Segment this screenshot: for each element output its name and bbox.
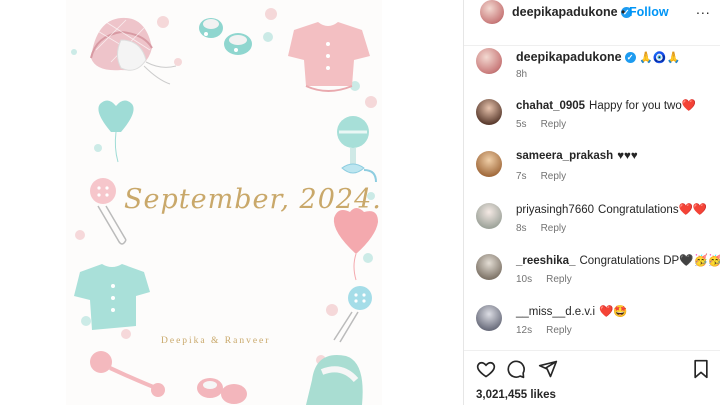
reply-button[interactable]: Reply: [546, 325, 572, 336]
more-options-icon[interactable]: ...: [696, 1, 711, 17]
baby-shoes-illustration: [199, 18, 252, 55]
caption-row: deepikapadukone ✓ 🙏🧿🙏 8h: [464, 46, 720, 86]
comment-meta: 8s Reply: [516, 223, 580, 234]
comment-item: priyasingh7660 Congratulations❤️❤️ 8s Repl…: [464, 202, 720, 248]
comment-timestamp: 5s: [516, 119, 527, 130]
commenter-avatar[interactable]: [476, 99, 502, 125]
header-username-text: deepikapadukone: [512, 5, 618, 19]
actions-divider: [464, 350, 720, 351]
comment-text: __miss__d.e.v.i ❤️🤩: [516, 304, 628, 318]
comment-username[interactable]: chahat_0905: [516, 100, 585, 112]
comment-item: sameera_prakash ♥♥♥ 7s Reply: [464, 150, 720, 196]
reply-button[interactable]: Reply: [541, 171, 567, 182]
instagram-post-view: September, 2024. Deepika & Ranveer deepi…: [0, 0, 720, 405]
caption-text: 🙏🧿🙏: [639, 52, 681, 64]
header-username[interactable]: deepikapadukone ✓: [512, 5, 632, 19]
comment-body: Congratulations❤️❤️: [598, 204, 708, 216]
post-image[interactable]: September, 2024. Deepika & Ranveer: [66, 0, 382, 405]
comment-timestamp: 7s: [516, 171, 527, 182]
commenter-avatar[interactable]: [476, 254, 502, 280]
comment-username[interactable]: priyasingh7660: [516, 204, 594, 216]
comment-body: ❤️🤩: [599, 306, 628, 318]
comment-username[interactable]: __miss__d.e.v.i: [516, 306, 595, 318]
comment-body: Congratulations DP🖤🥳🥳: [579, 255, 720, 267]
post-sidebar: deepikapadukone ✓ • Follow ... deepikapad…: [464, 0, 720, 405]
comment-username[interactable]: _reeshika_: [516, 255, 575, 267]
comment-bubble-icon[interactable]: [506, 359, 526, 384]
comment-timestamp: 12s: [516, 325, 533, 336]
comment-meta: 10s Reply: [516, 274, 586, 285]
bottom-shoes-illustration: [197, 378, 247, 404]
reply-button[interactable]: Reply: [541, 119, 567, 130]
comment-text: _reeshika_ Congratulations DP🖤🥳🥳: [516, 253, 720, 267]
commenter-avatar[interactable]: [476, 151, 502, 177]
action-bar: [464, 356, 720, 384]
likes-count[interactable]: 3,021,455 likes: [476, 389, 556, 401]
post-header: deepikapadukone ✓ • Follow ...: [464, 0, 720, 46]
post-media-area: September, 2024. Deepika & Ranveer: [0, 0, 463, 405]
button-pin-illustration: [333, 286, 372, 343]
comment-meta: 7s Reply: [516, 171, 580, 182]
pink-onesie-illustration: [288, 22, 370, 92]
bookmark-icon[interactable]: [692, 359, 710, 384]
bottom-bonnet-illustration: [306, 355, 363, 405]
follow-button[interactable]: Follow: [629, 5, 669, 19]
comment-item: __miss__d.e.v.i ❤️🤩 12s Reply: [464, 304, 720, 350]
caption-timestamp: 8h: [516, 69, 528, 80]
caption-avatar[interactable]: [476, 48, 502, 74]
separator-dot: •: [621, 5, 626, 19]
bottom-rattle-illustration: [90, 351, 165, 397]
safety-pin-illustration: [90, 178, 127, 245]
rattle-illustration: [337, 116, 377, 183]
comment-item: _reeshika_ Congratulations DP🖤🥳🥳 10s Reply: [464, 253, 720, 299]
comment-text: priyasingh7660 Congratulations❤️❤️: [516, 202, 707, 216]
comment-body: ♥♥♥: [617, 150, 638, 162]
comment-timestamp: 8s: [516, 223, 527, 234]
caption-username[interactable]: deepikapadukone ✓ 🙏🧿🙏: [516, 50, 680, 64]
comment-text: chahat_0905 Happy for you two❤️: [516, 98, 696, 112]
avatar[interactable]: [480, 0, 504, 24]
reply-button[interactable]: Reply: [541, 223, 567, 234]
like-heart-icon[interactable]: [476, 359, 496, 384]
comment-username[interactable]: sameera_prakash: [516, 150, 613, 162]
caption-username-text: deepikapadukone: [516, 50, 622, 64]
comment-timestamp: 10s: [516, 274, 533, 285]
blue-balloon-illustration: [98, 100, 134, 163]
announcement-names-text: Deepika & Ranveer: [161, 336, 271, 346]
comment-body: Happy for you two❤️: [589, 100, 697, 112]
pink-balloon-illustration: [333, 208, 378, 281]
announcement-date-text: September, 2024.: [124, 184, 382, 215]
comment-text: sameera_prakash ♥♥♥: [516, 150, 638, 162]
comment-item: chahat_0905 Happy for you two❤️ 5s Reply: [464, 98, 720, 144]
reply-button[interactable]: Reply: [546, 274, 572, 285]
share-send-icon[interactable]: [538, 359, 558, 384]
verified-badge-icon: ✓: [624, 52, 636, 64]
comment-meta: 5s Reply: [516, 119, 580, 130]
commenter-avatar[interactable]: [476, 203, 502, 229]
commenter-avatar[interactable]: [476, 305, 502, 331]
comment-meta: 12s Reply: [516, 325, 586, 336]
